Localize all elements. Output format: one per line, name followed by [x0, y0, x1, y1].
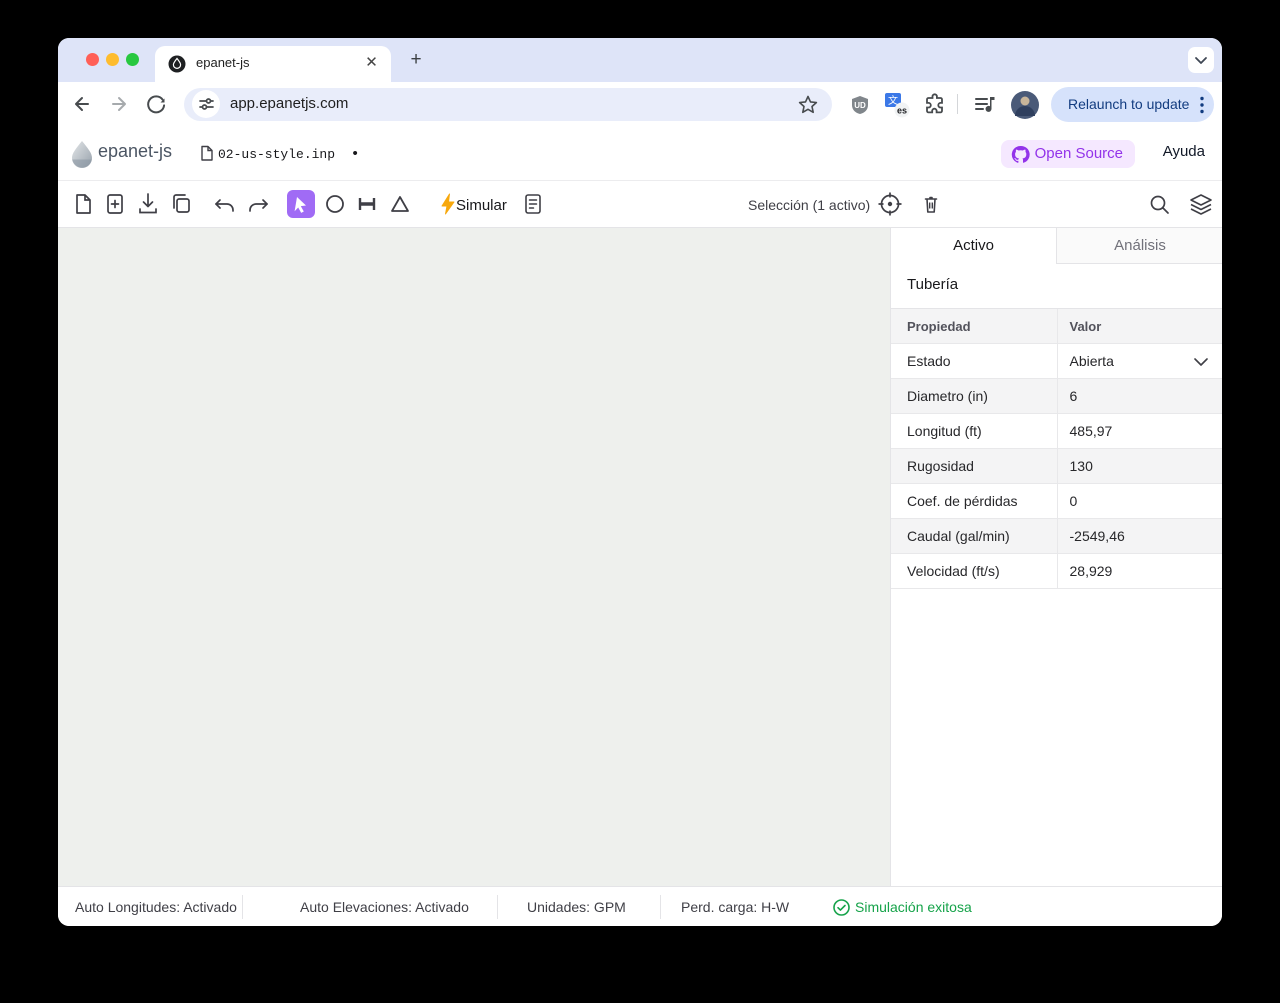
svg-text:UD: UD: [854, 101, 866, 110]
svg-text:es: es: [897, 106, 907, 116]
